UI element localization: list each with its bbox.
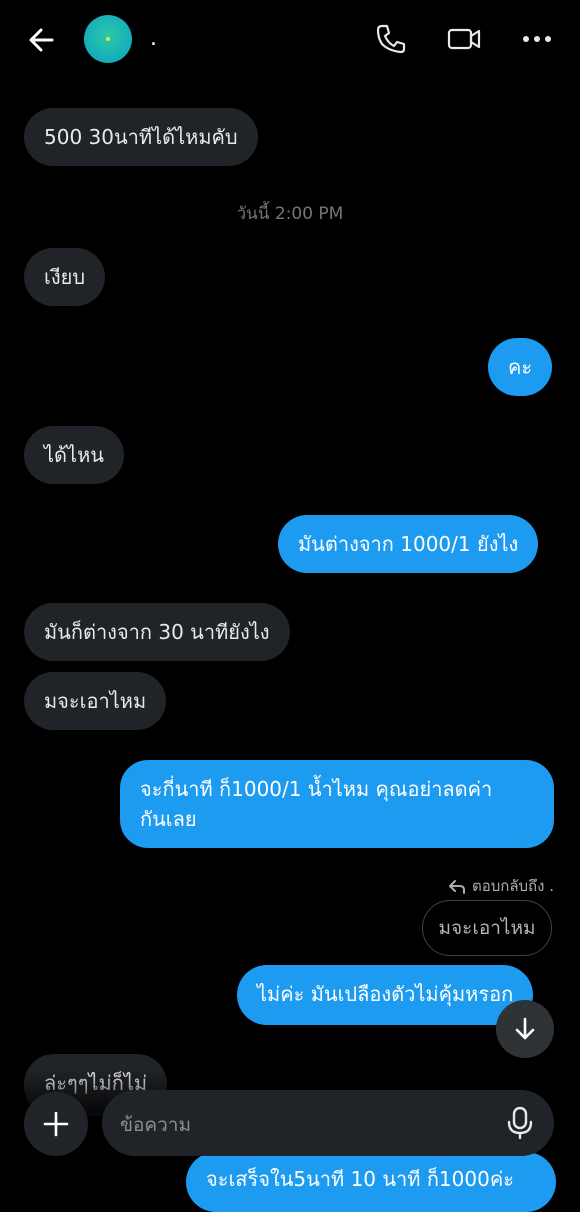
arrow-left-icon <box>29 28 54 52</box>
contact-name[interactable]: . <box>150 26 157 51</box>
timestamp: วันนี้ 2:00 PM <box>236 204 344 224</box>
message-line: จะกี่นาที ก็1000/1 น้ำไหม คุณอย่าลดค่า <box>140 777 493 801</box>
add-attachment-button[interactable] <box>24 1092 88 1156</box>
quoted-message[interactable]: มจะเอาไหม <box>422 900 552 956</box>
incoming-message[interactable]: มจะเอาไหม <box>24 672 167 730</box>
outgoing-message[interactable]: ไม่ค่ะ มันเปลืองตัวไม่คุ้มหรอก <box>237 965 534 1025</box>
incoming-message[interactable]: ได้ไหน <box>24 426 124 484</box>
outgoing-message[interactable]: จะเสร็จใน5นาที 10 นาที ก็1000ค่ะ <box>186 1152 556 1212</box>
reply-label-text: ตอบกลับถึง . <box>471 877 554 895</box>
message-line: กันเลย <box>140 807 197 831</box>
outgoing-message[interactable]: จะกี่นาที ก็1000/1 น้ำไหม คุณอย่าลดค่า ก… <box>120 760 554 848</box>
reply-icon <box>448 880 465 894</box>
scroll-to-bottom-button[interactable] <box>496 1000 554 1058</box>
video-camera-icon <box>447 28 481 50</box>
outgoing-message[interactable]: คะ <box>488 338 553 396</box>
incoming-message[interactable]: 500 30นาทีได้ไหมคับ <box>24 108 258 166</box>
microphone-icon <box>507 1106 533 1140</box>
avatar-dot <box>106 37 110 41</box>
incoming-message[interactable]: เงียบ <box>24 248 106 306</box>
more-options-button[interactable] <box>520 22 554 56</box>
phone-icon <box>376 24 406 54</box>
outgoing-message[interactable]: มันต่างจาก 1000/1 ยังไง <box>278 515 539 573</box>
voice-message-button[interactable] <box>504 1106 536 1140</box>
more-icon <box>523 36 551 42</box>
call-button[interactable] <box>374 22 408 56</box>
plus-icon <box>43 1111 69 1137</box>
message-input[interactable]: ข้อความ <box>120 1110 191 1140</box>
incoming-message[interactable]: มันก็ต่างจาก 30 นาทียังไง <box>24 603 290 661</box>
arrow-down-icon <box>515 1017 535 1040</box>
message-composer[interactable]: ข้อความ <box>102 1090 554 1156</box>
back-button[interactable] <box>26 24 58 56</box>
conversation-header: . <box>0 0 580 80</box>
reply-indicator: ตอบกลับถึง . <box>448 874 554 898</box>
video-call-button[interactable] <box>446 22 481 56</box>
